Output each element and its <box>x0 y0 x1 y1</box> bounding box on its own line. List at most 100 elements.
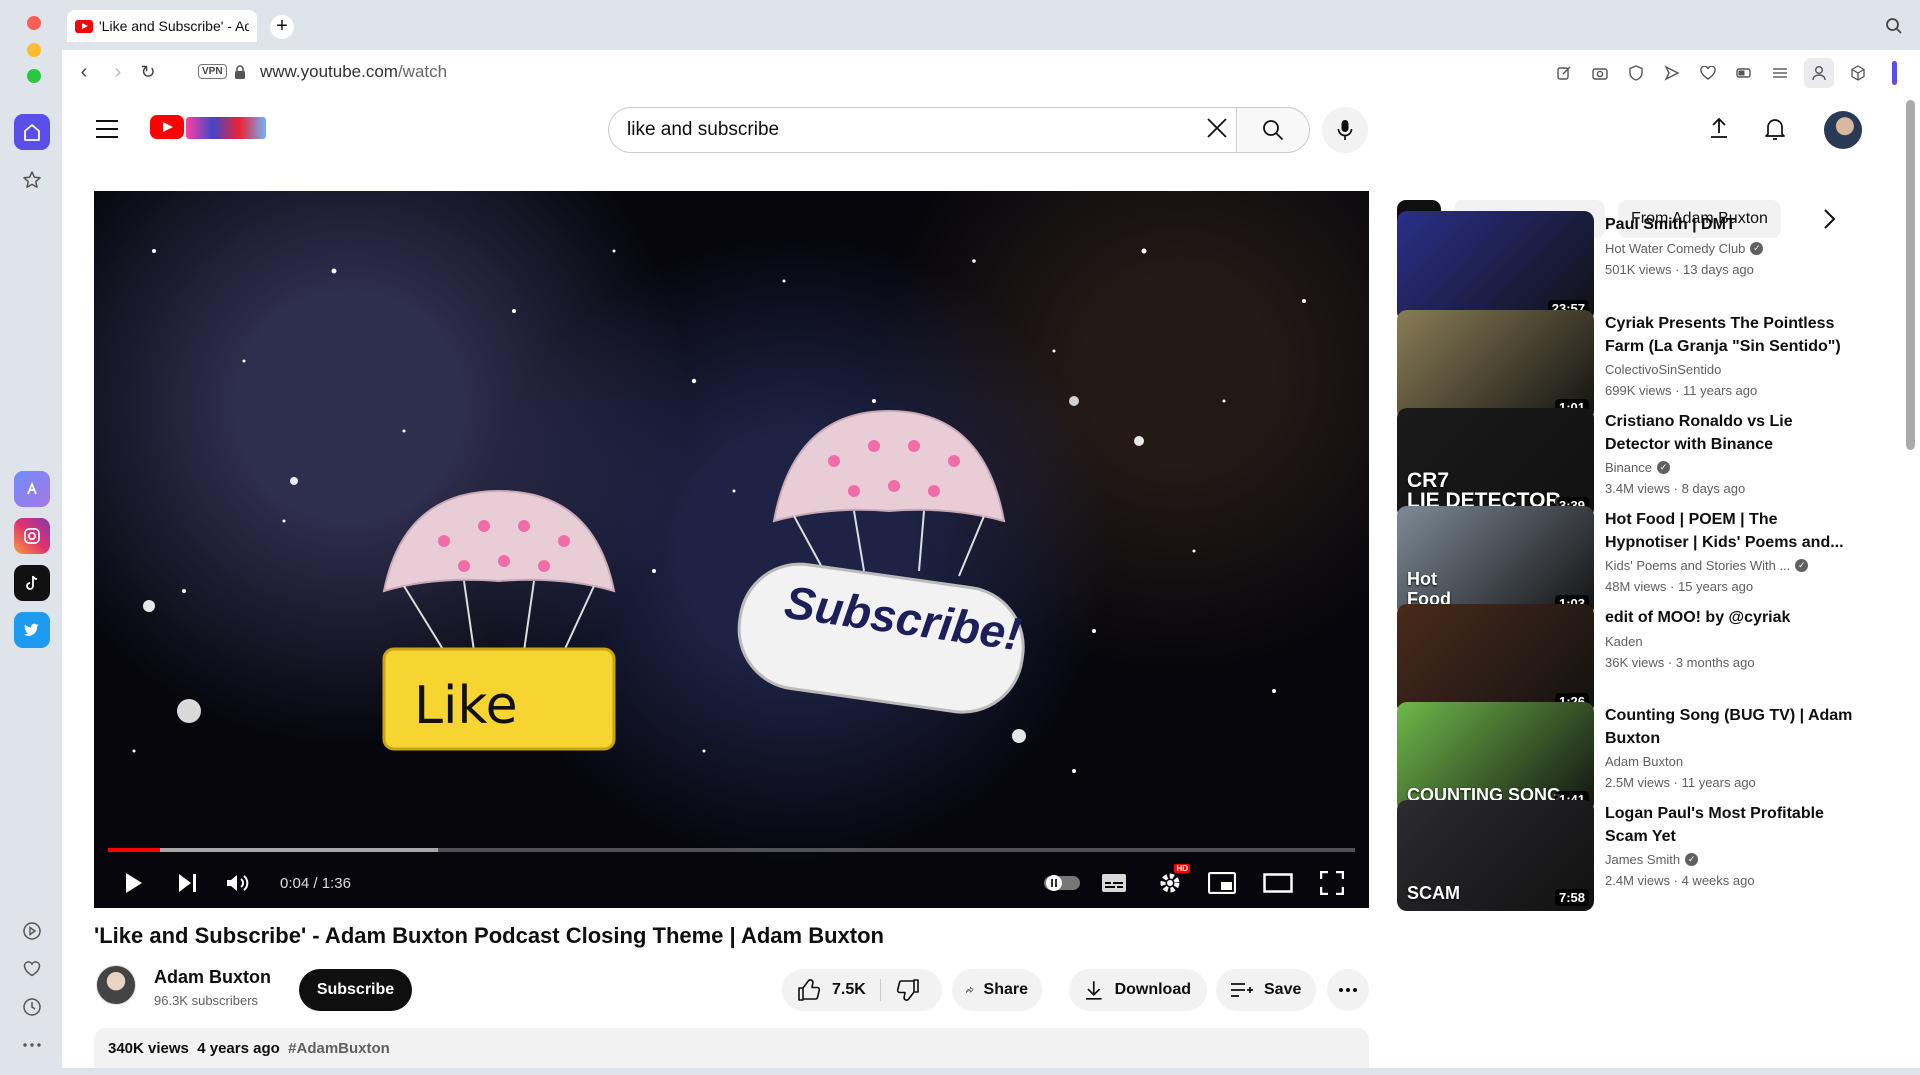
subtitles-button[interactable] <box>1098 867 1130 899</box>
progress-bar[interactable] <box>108 848 1355 852</box>
clock-icon[interactable] <box>14 989 50 1025</box>
channel-name[interactable]: Adam Buxton <box>154 967 271 988</box>
related-video-item[interactable]: 23:57 Paul Smith | DMT Hot Water Comedy … <box>1397 211 1857 323</box>
url-field[interactable]: www.youtube.com/watch <box>260 62 447 82</box>
fullscreen-button[interactable] <box>1316 867 1348 899</box>
video-thumbnail[interactable]: 1:01 <box>1397 310 1594 421</box>
save-button[interactable]: Save <box>1216 969 1316 1011</box>
related-video-title[interactable]: edit of MOO! by @cyriak <box>1605 606 1855 629</box>
guide-menu-icon[interactable] <box>96 120 118 144</box>
lock-icon[interactable] <box>234 65 246 80</box>
related-video-title[interactable]: Paul Smith | DMT <box>1605 213 1855 236</box>
thumbs-down-icon <box>896 979 919 1001</box>
autoplay-toggle[interactable] <box>1040 867 1084 899</box>
twitter-icon[interactable] <box>14 612 50 648</box>
video-thumbnail[interactable]: COUNTING SONG 1:41 <box>1397 702 1594 813</box>
channel-avatar[interactable] <box>96 965 136 1005</box>
search-input[interactable]: like and subscribe <box>608 107 1236 153</box>
zoom-window-button[interactable] <box>27 69 41 83</box>
upload-icon[interactable] <box>1708 116 1730 140</box>
page-scrollbar[interactable] <box>1902 95 1920 1068</box>
video-player[interactable]: Like Subscribe! 0:04 / 1:36 HD <box>94 191 1369 908</box>
shield-check-icon[interactable] <box>1624 61 1648 85</box>
heart-icon[interactable] <box>14 951 50 987</box>
related-video-item[interactable]: SCAM 7:58 Logan Paul's Most Profitable S… <box>1397 800 1857 912</box>
miniplayer-button[interactable] <box>1206 867 1238 899</box>
search-button[interactable] <box>1236 107 1310 153</box>
new-tab-button[interactable]: + <box>270 15 294 39</box>
heart-icon[interactable] <box>1696 61 1720 85</box>
share-button[interactable]: Share <box>952 969 1042 1011</box>
related-video-title[interactable]: Logan Paul's Most Profitable Scam Yet <box>1605 802 1855 848</box>
related-video-item[interactable]: CR7 LIE DETECTOR 3:39 Cristiano Ronaldo … <box>1397 408 1857 520</box>
subscribe-button[interactable]: Subscribe <box>299 969 412 1011</box>
more-icon[interactable] <box>14 1027 50 1063</box>
related-video-channel[interactable]: Binance ✓ <box>1605 460 1670 475</box>
clear-search-icon[interactable] <box>1205 116 1229 140</box>
dislike-button[interactable] <box>881 979 919 1001</box>
video-thumbnail[interactable]: 1:26 <box>1397 604 1594 715</box>
forward-button[interactable]: › <box>106 60 130 84</box>
settings-button[interactable]: HD <box>1152 864 1190 899</box>
youtube-doodle-logo[interactable] <box>186 117 266 139</box>
more-actions-button[interactable] <box>1327 969 1369 1011</box>
channel-name: Binance <box>1605 460 1652 475</box>
view-count: 340K views <box>108 1040 189 1057</box>
tab-search-icon[interactable] <box>1885 17 1903 35</box>
battery-icon[interactable] <box>1732 61 1756 85</box>
related-video-channel[interactable]: Adam Buxton <box>1605 754 1683 769</box>
related-video-title[interactable]: Cristiano Ronaldo vs Lie Detector with B… <box>1605 410 1855 456</box>
description-box[interactable]: 340K views 4 years ago #AdamBuxton <box>94 1028 1369 1068</box>
related-video-meta: 699K views · 11 years ago <box>1605 383 1758 398</box>
related-video-title[interactable]: Cyriak Presents The Pointless Farm (La G… <box>1605 312 1855 358</box>
related-video-channel[interactable]: ColectivoSinSentido <box>1605 362 1721 377</box>
related-video-item[interactable]: Hot Food 1:03 Hot Food | POEM | The Hypn… <box>1397 506 1857 618</box>
hashtag-link[interactable]: #AdamBuxton <box>288 1040 390 1057</box>
edit-icon[interactable] <box>1552 61 1576 85</box>
back-button[interactable]: ‹ <box>72 60 96 84</box>
voice-search-button[interactable] <box>1322 107 1368 153</box>
notifications-bell-icon[interactable] <box>1764 116 1786 142</box>
video-thumbnail[interactable]: CR7 LIE DETECTOR 3:39 <box>1397 408 1594 519</box>
download-button[interactable]: Download <box>1069 969 1207 1011</box>
close-window-button[interactable] <box>27 16 41 30</box>
related-video-channel[interactable]: Hot Water Comedy Club ✓ <box>1605 241 1764 256</box>
browser-tab-active[interactable]: 'Like and Subscribe' - Adam Buxton Podca… <box>67 10 257 42</box>
video-thumbnail[interactable]: Hot Food 1:03 <box>1397 506 1594 617</box>
youtube-logo-icon[interactable] <box>150 115 184 139</box>
menu-lines-icon[interactable] <box>1768 61 1792 85</box>
camera-icon[interactable] <box>1588 61 1612 85</box>
reload-button[interactable]: ↻ <box>136 60 160 84</box>
related-video-item[interactable]: COUNTING SONG 1:41 Counting Song (BUG TV… <box>1397 702 1857 814</box>
minimize-window-button[interactable] <box>27 43 41 57</box>
app-store-icon[interactable] <box>14 471 50 507</box>
related-video-channel[interactable]: James Smith ✓ <box>1605 852 1699 867</box>
scrollbar-thumb[interactable] <box>1906 100 1915 450</box>
instagram-icon[interactable] <box>14 518 50 554</box>
home-icon[interactable] <box>14 114 50 150</box>
play-circle-icon[interactable] <box>14 913 50 949</box>
video-thumbnail[interactable]: 23:57 <box>1397 211 1594 322</box>
theater-mode-button[interactable] <box>1262 867 1294 899</box>
like-button[interactable]: 7.5K <box>798 979 881 1001</box>
sidebar-toggle-icon[interactable] <box>1882 61 1906 85</box>
play-button[interactable] <box>118 867 150 899</box>
send-icon[interactable] <box>1660 61 1684 85</box>
related-video-item[interactable]: 1:26 edit of MOO! by @cyriak Kaden 36K v… <box>1397 604 1857 716</box>
microphone-icon <box>1337 120 1353 140</box>
volume-button[interactable] <box>222 867 254 899</box>
related-video-channel[interactable]: Kids' Poems and Stories With ... ✓ <box>1605 558 1809 573</box>
video-thumbnail[interactable]: SCAM 7:58 <box>1397 800 1594 911</box>
star-icon[interactable] <box>14 162 50 198</box>
cube-icon[interactable] <box>1846 61 1870 85</box>
related-video-item[interactable]: 1:01 Cyriak Presents The Pointless Farm … <box>1397 310 1857 422</box>
related-video-title[interactable]: Counting Song (BUG TV) | Adam Buxton <box>1605 704 1855 750</box>
related-video-meta: 48M views · 15 years ago <box>1605 579 1754 594</box>
related-video-title[interactable]: Hot Food | POEM | The Hypnotiser | Kids'… <box>1605 508 1855 554</box>
next-button[interactable] <box>172 867 204 899</box>
related-video-channel[interactable]: Kaden <box>1605 634 1643 649</box>
profile-icon[interactable] <box>1804 58 1834 88</box>
account-avatar[interactable] <box>1824 111 1862 149</box>
tiktok-icon[interactable] <box>14 565 50 601</box>
vpn-badge[interactable]: VPN <box>198 64 227 79</box>
